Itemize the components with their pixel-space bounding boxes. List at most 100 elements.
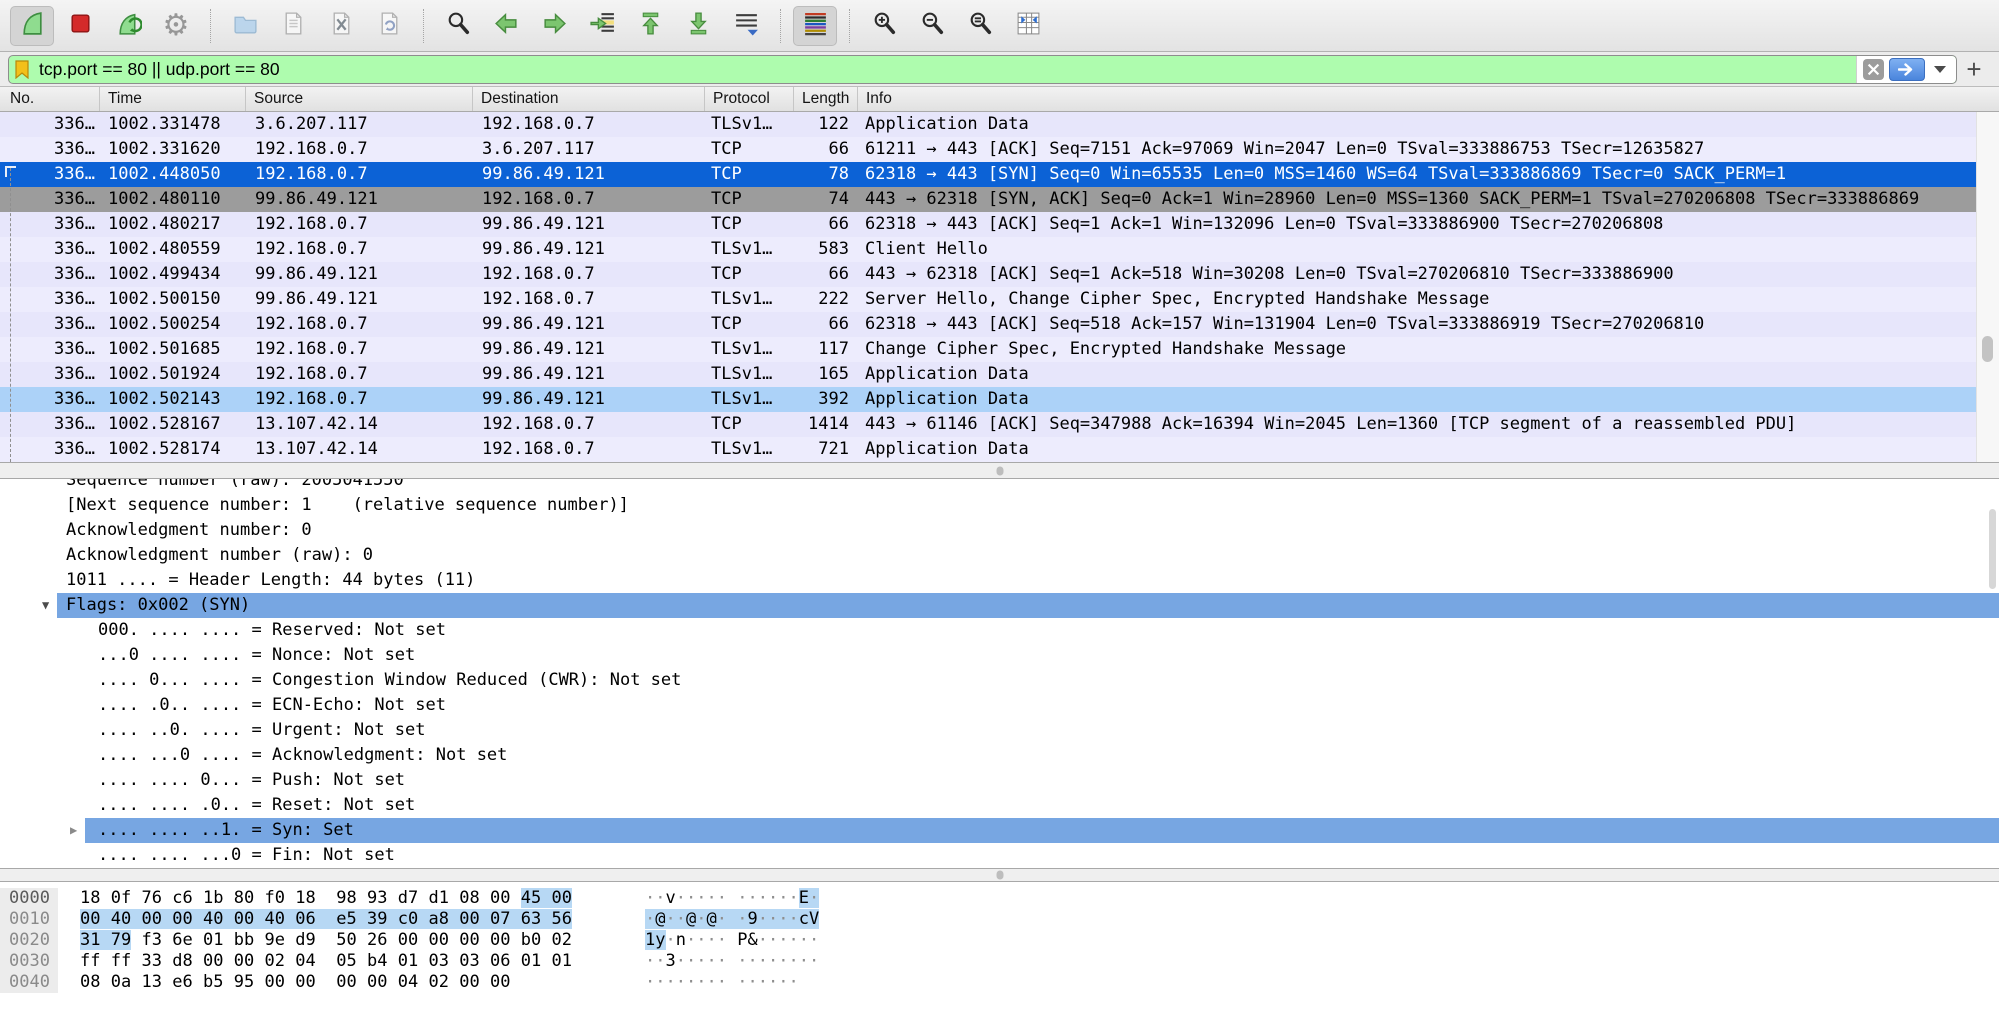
hex-ascii[interactable]: ··3····· ········ xyxy=(645,951,819,972)
packet-row[interactable]: 336…1002.49943499.86.49.121192.168.0.7TC… xyxy=(0,262,1977,287)
bookmark-icon[interactable] xyxy=(9,60,35,79)
detail-line[interactable]: .... .... 0... = Push: Not set xyxy=(0,768,1999,793)
colorize-button[interactable] xyxy=(793,6,837,46)
packet-row[interactable]: 336…1002.501685192.168.0.799.86.49.121TL… xyxy=(0,337,1977,362)
packet-details-pane[interactable]: Sequence number (raw): 2005041550 [Next s… xyxy=(0,479,1999,868)
packet-row[interactable]: 336…1002.480217192.168.0.799.86.49.121TC… xyxy=(0,212,1977,237)
start-capture-button[interactable] xyxy=(10,6,54,46)
column-header-info[interactable]: Info xyxy=(857,87,1999,111)
apply-filter-icon[interactable] xyxy=(1889,58,1925,81)
detail-line[interactable]: ...0 .... .... = Nonce: Not set xyxy=(0,643,1999,668)
hex-row[interactable]: 0010 00 40 00 00 40 00 40 06 e5 39 c0 a8 … xyxy=(0,909,1999,930)
detail-line[interactable]: Acknowledgment number: 0 xyxy=(0,518,1999,543)
column-header-time[interactable]: Time xyxy=(99,87,245,111)
display-filter-field[interactable] xyxy=(8,55,1957,84)
cell-protocol: TCP xyxy=(704,262,793,287)
hex-bytes[interactable]: 18 0f 76 c6 1b 80 f0 18 98 93 d7 d1 08 0… xyxy=(80,888,572,909)
go-forward-arrow-icon xyxy=(541,10,568,42)
restart-capture-button[interactable] xyxy=(106,6,150,46)
resize-columns-button[interactable] xyxy=(1006,6,1050,46)
hex-row[interactable]: 000018 0f 76 c6 1b 80 f0 18 98 93 d7 d1 … xyxy=(0,888,1999,909)
packet-bytes-pane[interactable]: 000018 0f 76 c6 1b 80 f0 18 98 93 d7 d1 … xyxy=(0,882,1999,1018)
detail-line[interactable]: .... ..0. .... = Urgent: Not set xyxy=(0,718,1999,743)
column-header-protocol[interactable]: Protocol xyxy=(704,87,793,111)
hex-row[interactable]: 0030ff ff 33 d8 00 00 02 04 05 b4 01 03 … xyxy=(0,951,1999,972)
pane-splitter-bottom[interactable] xyxy=(0,868,1999,882)
expander-closed-icon[interactable]: ▶ xyxy=(70,818,77,843)
stop-capture-button[interactable] xyxy=(58,6,102,46)
display-filter-input[interactable] xyxy=(35,59,1856,80)
packet-row[interactable]: 336…1002.52817413.107.42.14192.168.0.7TL… xyxy=(0,437,1977,462)
clear-filter-icon[interactable] xyxy=(1863,59,1884,80)
hex-bytes[interactable]: 31 79 f3 6e 01 bb 9e d9 50 26 00 00 00 0… xyxy=(80,930,572,951)
reload-file-button[interactable] xyxy=(367,6,411,46)
cell-no: 336… xyxy=(0,262,99,287)
packet-row[interactable]: 336…1002.501924192.168.0.799.86.49.121TL… xyxy=(0,362,1977,387)
hex-ascii[interactable]: ··v····· ······E· xyxy=(645,888,819,909)
hex-ascii[interactable]: 1y·n···· P&······ xyxy=(645,930,819,951)
detail-line[interactable]: ▼Flags: 0x002 (SYN) xyxy=(0,593,1999,618)
packet-list[interactable]: 336…1002.3314783.6.207.117192.168.0.7TLS… xyxy=(0,112,1977,462)
add-filter-button[interactable]: + xyxy=(1957,56,1991,83)
detail-line[interactable]: [Next sequence number: 1 (relative seque… xyxy=(0,493,1999,518)
hex-offset: 0010 xyxy=(0,909,58,930)
hex-ascii[interactable]: ·@··@·@· ·9····cV xyxy=(645,909,819,930)
cell-time: 1002.480110 xyxy=(99,187,245,212)
cell-length: 66 xyxy=(793,312,857,337)
go-to-bottom-button[interactable] xyxy=(676,6,720,46)
go-forward-button[interactable] xyxy=(532,6,576,46)
packet-row[interactable]: 336…1002.3314783.6.207.117192.168.0.7TLS… xyxy=(0,112,1977,137)
packet-row[interactable]: 336…1002.50015099.86.49.121192.168.0.7TL… xyxy=(0,287,1977,312)
packet-row[interactable]: 336…1002.48011099.86.49.121192.168.0.7TC… xyxy=(0,187,1977,212)
packet-row[interactable]: 336…1002.480559192.168.0.799.86.49.121TL… xyxy=(0,237,1977,262)
detail-line[interactable]: ▶.... .... ..1. = Syn: Set xyxy=(0,818,1999,843)
detail-line[interactable]: .... 0... .... = Congestion Window Reduc… xyxy=(0,668,1999,693)
capture-options-button[interactable]: ⚙ xyxy=(154,6,198,46)
zoom-in-button[interactable] xyxy=(862,6,906,46)
column-header-no[interactable]: No. xyxy=(0,87,99,111)
packet-row[interactable]: 336…1002.500254192.168.0.799.86.49.121TC… xyxy=(0,312,1977,337)
packet-row[interactable]: 336…1002.502143192.168.0.799.86.49.121TL… xyxy=(0,387,1977,412)
go-to-top-button[interactable] xyxy=(628,6,672,46)
cell-info: Client Hello xyxy=(857,237,1977,262)
hex-row[interactable]: 004008 0a 13 e6 b5 95 00 00 00 00 04 02 … xyxy=(0,972,1999,993)
detail-line-text: [Next sequence number: 1 (relative seque… xyxy=(66,495,629,515)
column-header-source[interactable]: Source xyxy=(245,87,472,111)
detail-line[interactable]: .... .0.. .... = ECN-Echo: Not set xyxy=(0,693,1999,718)
packet-list-scrollbar-thumb[interactable] xyxy=(1982,336,1993,362)
auto-scroll-button[interactable] xyxy=(724,6,768,46)
packet-row[interactable]: 336…1002.331620192.168.0.73.6.207.117TCP… xyxy=(0,137,1977,162)
detail-line[interactable]: .... ...0 .... = Acknowledgment: Not set xyxy=(0,743,1999,768)
column-header-length[interactable]: Length xyxy=(793,87,857,111)
detail-line[interactable]: .... .... ...0 = Fin: Not set xyxy=(0,843,1999,868)
open-file-folder-icon xyxy=(232,10,259,42)
packet-row[interactable]: 336…1002.52816713.107.42.14192.168.0.7TC… xyxy=(0,412,1977,437)
zoom-out-button[interactable] xyxy=(910,6,954,46)
pane-splitter-top[interactable] xyxy=(0,462,1999,479)
hex-row[interactable]: 0020 31 79 f3 6e 01 bb 9e d9 50 26 00 00 … xyxy=(0,930,1999,951)
go-back-button[interactable] xyxy=(484,6,528,46)
filter-dropdown-caret-icon[interactable] xyxy=(1934,66,1946,73)
go-to-bottom-icon xyxy=(685,10,712,42)
hex-bytes[interactable]: 00 40 00 00 40 00 40 06 e5 39 c0 a8 00 0… xyxy=(80,909,572,930)
save-file-button[interactable] xyxy=(271,6,315,46)
detail-line[interactable]: Sequence number (raw): 2005041550 xyxy=(0,479,1999,493)
zoom-original-button[interactable] xyxy=(958,6,1002,46)
close-file-button[interactable] xyxy=(319,6,363,46)
detail-line[interactable]: 000. .... .... = Reserved: Not set xyxy=(0,618,1999,643)
open-file-button[interactable] xyxy=(223,6,267,46)
hex-offset: 0020 xyxy=(0,930,58,951)
expander-open-icon[interactable]: ▼ xyxy=(42,593,49,618)
find-packet-button[interactable] xyxy=(436,6,480,46)
column-header-destination[interactable]: Destination xyxy=(472,87,704,111)
hex-bytes[interactable]: 08 0a 13 e6 b5 95 00 00 00 00 04 02 00 0… xyxy=(80,972,511,993)
packet-row[interactable]: 336…1002.448050192.168.0.799.86.49.121TC… xyxy=(0,162,1977,187)
packet-list-scrollbar[interactable] xyxy=(1976,112,1999,462)
detail-line[interactable]: 1011 .... = Header Length: 44 bytes (11) xyxy=(0,568,1999,593)
hex-ascii[interactable]: ········ ······ xyxy=(645,972,799,993)
detail-line[interactable]: .... .... .0.. = Reset: Not set xyxy=(0,793,1999,818)
detail-line[interactable]: Acknowledgment number (raw): 0 xyxy=(0,543,1999,568)
hex-bytes[interactable]: ff ff 33 d8 00 00 02 04 05 b4 01 03 03 0… xyxy=(80,951,572,972)
cell-length: 1414 xyxy=(793,412,857,437)
go-to-packet-button[interactable] xyxy=(580,6,624,46)
